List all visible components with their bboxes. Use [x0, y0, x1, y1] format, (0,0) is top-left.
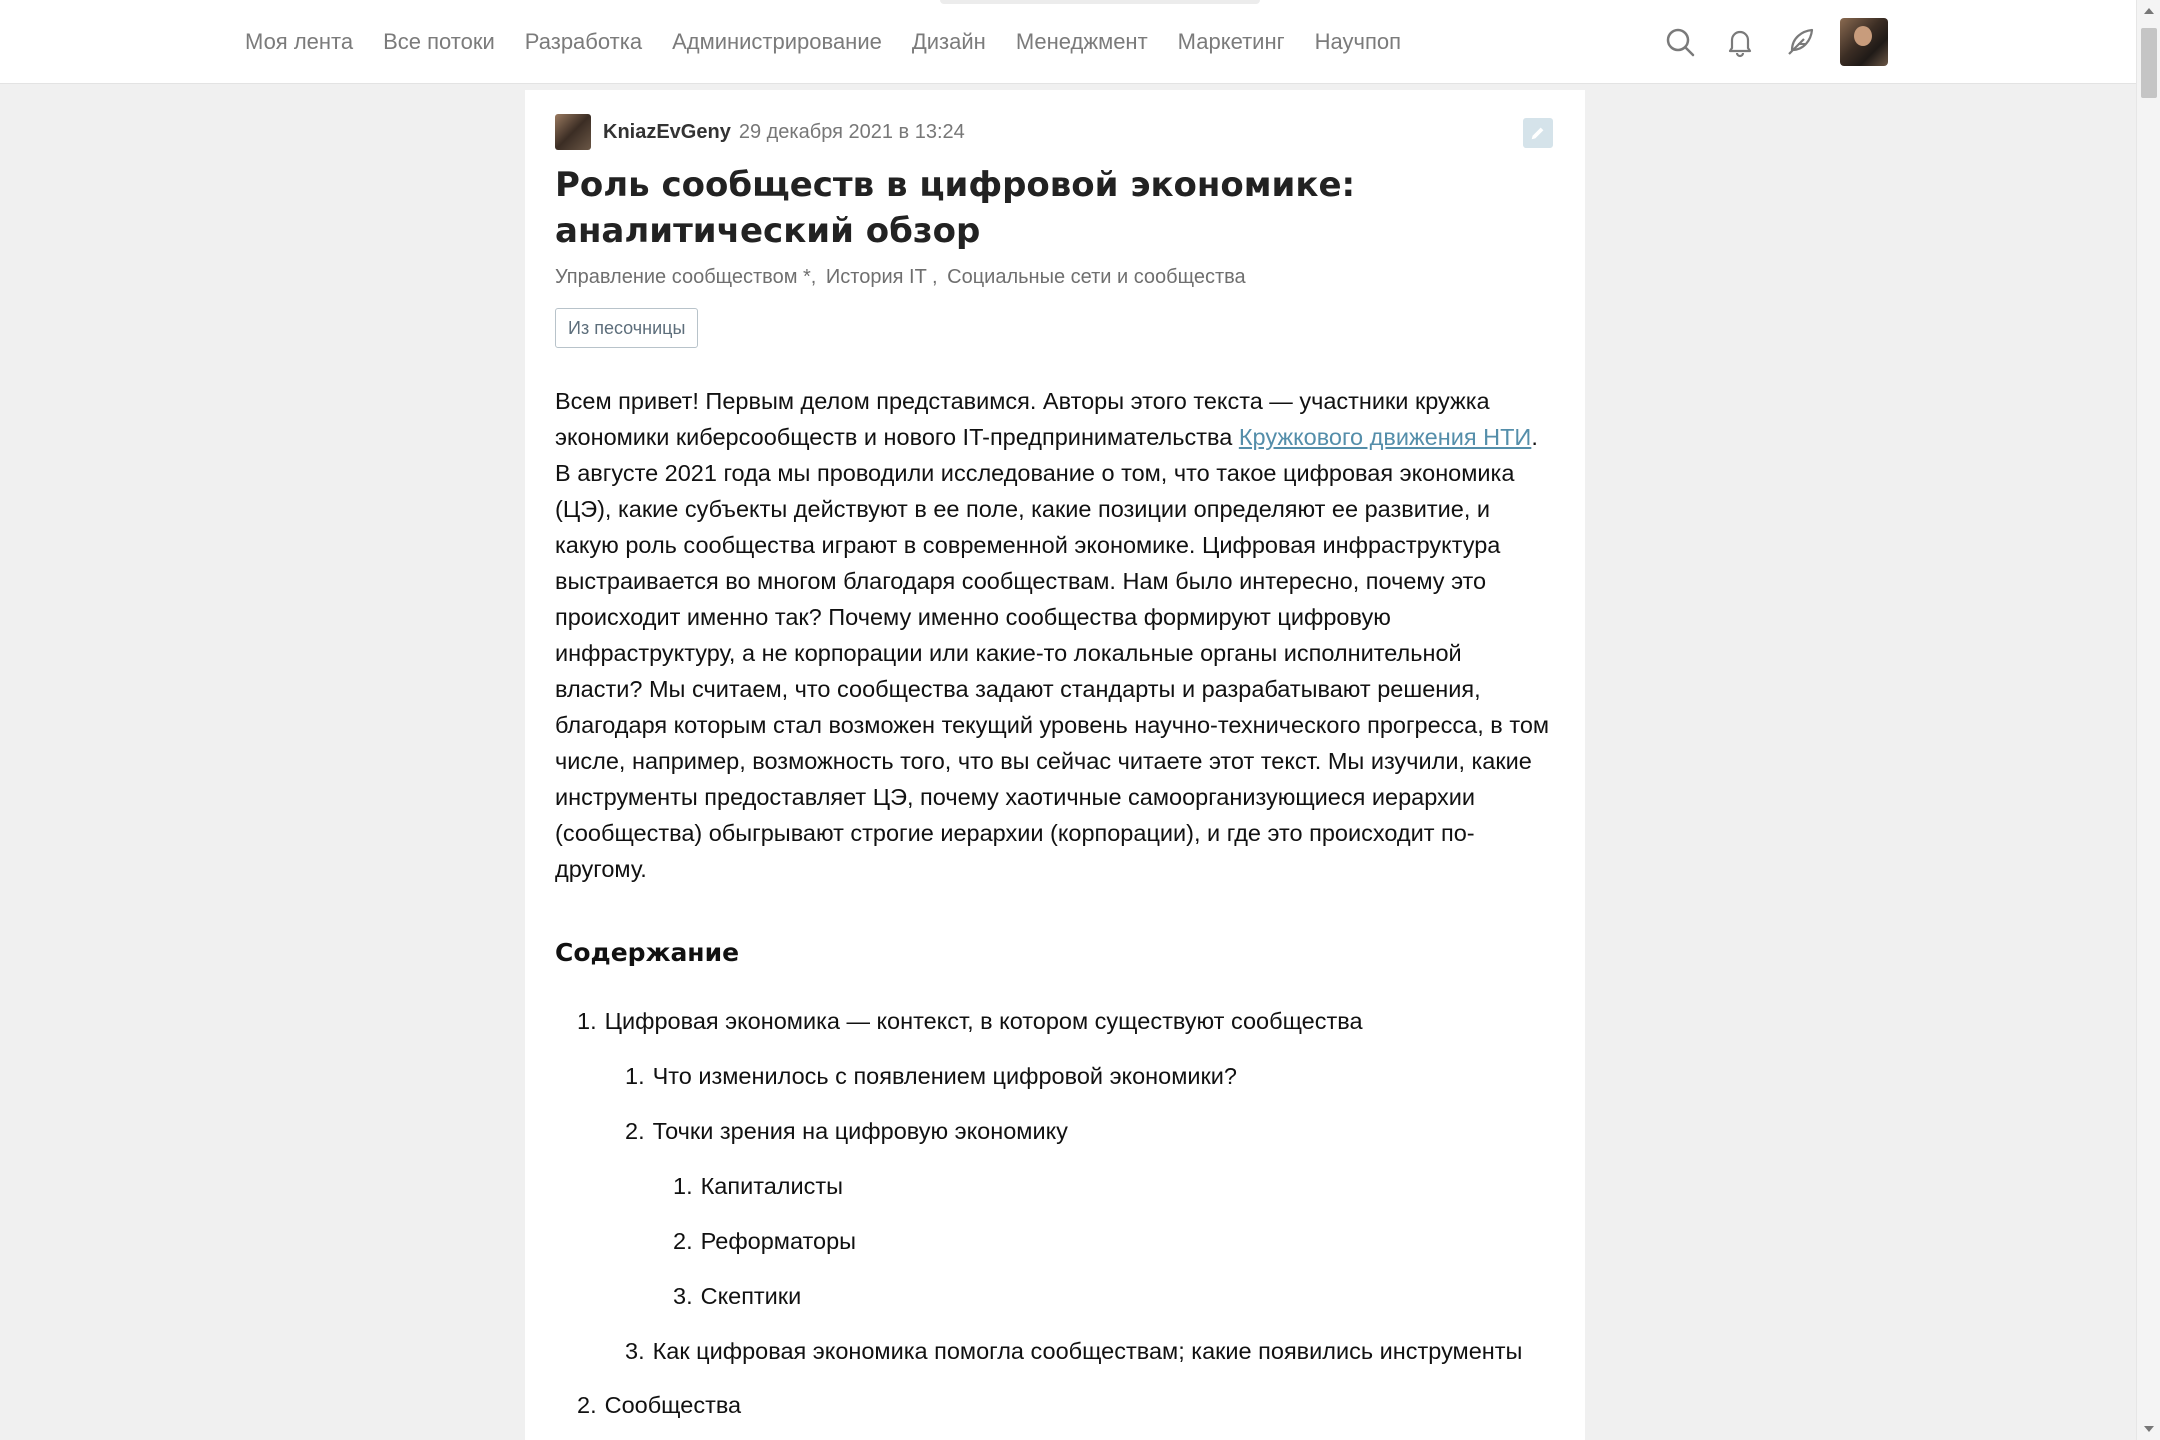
toc-item[interactable]: 2. Сообщества [577, 1392, 741, 1419]
author-name[interactable]: KniazEvGeny [603, 121, 731, 144]
main-nav: Моя лента Все потоки Разработка Админист… [245, 0, 1431, 84]
article-intro: Всем привет! Первым делом представимся. … [555, 383, 1555, 887]
nav-item-my-feed[interactable]: Моя лента [245, 29, 353, 55]
edit-button[interactable] [1523, 118, 1553, 148]
scroll-down-arrow-icon[interactable] [2144, 1426, 2154, 1432]
toc-item[interactable]: 1. Капиталисты [673, 1173, 843, 1200]
toc-text: Точки зрения на цифровую экономику [652, 1118, 1068, 1144]
toc-number: 1. [673, 1173, 693, 1199]
toc-text: Как цифровая экономика помогла сообществ… [652, 1338, 1523, 1364]
author-avatar[interactable] [555, 114, 591, 150]
toc-heading: Содержание [555, 938, 740, 967]
user-avatar[interactable] [1840, 18, 1888, 66]
hub-link-social-networks[interactable]: Социальные сети и сообщества [947, 266, 1246, 288]
nti-link[interactable]: Кружкового движения НТИ [1239, 424, 1531, 450]
bell-icon[interactable] [1720, 22, 1760, 62]
toc-number: 1. [577, 1008, 597, 1034]
toc-text: Капиталисты [700, 1173, 844, 1199]
header-tools [1660, 14, 1888, 70]
nav-item-marketing[interactable]: Маркетинг [1178, 29, 1285, 55]
pencil-icon [1531, 127, 1544, 140]
toc-number: 2. [577, 1392, 597, 1418]
publish-date: 29 декабря 2021 в 13:24 [738, 120, 965, 143]
article-card: KniazEvGeny 29 декабря 2021 в 13:24 Роль… [525, 90, 1585, 1440]
toc-number: 2. [673, 1228, 693, 1254]
sandbox-badge[interactable]: Из песочницы [555, 308, 699, 348]
page-scrollbar[interactable] [2136, 0, 2160, 1440]
feather-icon[interactable] [1780, 22, 1820, 62]
toc-number: 2. [625, 1118, 645, 1144]
toc-item[interactable]: 1. Цифровая экономика — контекст, в котор… [577, 1008, 1363, 1035]
toc-text: Что изменилось с появлением цифровой эко… [652, 1063, 1237, 1089]
nav-item-design[interactable]: Дизайн [912, 29, 986, 55]
nav-item-popsci[interactable]: Научпоп [1315, 29, 1401, 55]
article-hubs: Управление сообществом *, История IT , С… [555, 266, 1250, 289]
toc-text: Реформаторы [700, 1228, 857, 1254]
toc-text: Скептики [700, 1283, 802, 1309]
intro-text-end: . В августе 2021 года мы проводили иссле… [555, 424, 1550, 882]
search-icon[interactable] [1660, 22, 1700, 62]
article-meta: KniazEvGeny 29 декабря 2021 в 13:24 [555, 114, 965, 150]
toc-item[interactable]: 3. Как цифровая экономика помогла сообщес… [625, 1338, 1522, 1365]
toc-number: 3. [625, 1338, 645, 1364]
nav-item-administration[interactable]: Администрирование [672, 29, 882, 55]
hub-link-community-management[interactable]: Управление сообществом *, [555, 266, 816, 288]
article-title: Роль сообществ в цифровой экономике: ана… [555, 165, 1356, 251]
nav-item-development[interactable]: Разработка [525, 29, 642, 55]
scroll-thumb[interactable] [2141, 28, 2157, 98]
top-navigation-bar: Моя лента Все потоки Разработка Админист… [0, 0, 2136, 84]
toc-text: Цифровая экономика — контекст, в котором… [604, 1008, 1363, 1034]
nav-item-all-streams[interactable]: Все потоки [383, 29, 495, 55]
toc-number: 3. [673, 1283, 693, 1309]
toc-text: Сообщества [604, 1392, 742, 1418]
hub-link-it-history[interactable]: История IT , [826, 266, 938, 288]
toc-number: 1. [625, 1063, 645, 1089]
toc-item[interactable]: 2. Реформаторы [673, 1228, 856, 1255]
nav-item-management[interactable]: Менеджмент [1016, 29, 1148, 55]
toc-item[interactable]: 3. Скептики [673, 1283, 801, 1310]
toc-item[interactable]: 1. Что изменилось с появлением цифровой э… [625, 1063, 1237, 1090]
toc-item[interactable]: 2. Точки зрения на цифровую экономику [625, 1118, 1068, 1145]
scroll-up-arrow-icon[interactable] [2144, 8, 2154, 14]
